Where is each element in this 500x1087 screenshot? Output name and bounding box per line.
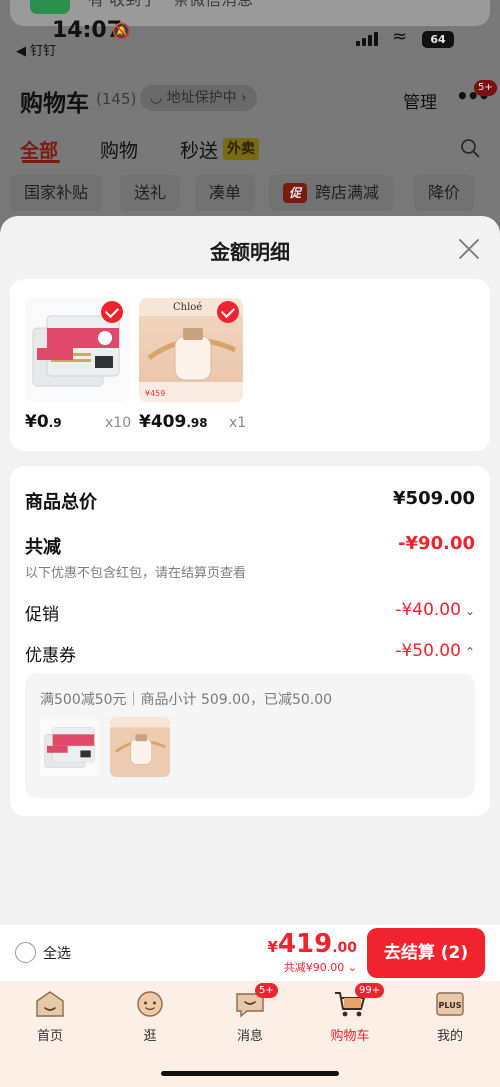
page-title: 购物车 [20, 91, 89, 117]
checkout-bar: 全选 ¥419.00 共减¥90.00 ⌄ 去结算 (2) [0, 925, 500, 981]
selected-check-icon[interactable] [101, 301, 123, 323]
total-label: 商品总价 [25, 492, 97, 513]
chevron-down-icon: ⌄ [344, 961, 357, 974]
coupon-product-thumb-perfume [110, 717, 170, 777]
tab-label: 消息 [236, 1029, 263, 1044]
chevron-right-icon: › [241, 90, 247, 106]
address-protection-label: 地址保护中 [166, 90, 237, 106]
home-indicator[interactable] [161, 1071, 339, 1076]
cart-badge: 99+ [355, 983, 385, 998]
cart-icon: 99+ [333, 983, 385, 1019]
tab-cart[interactable]: 99+ 购物车 [310, 983, 390, 1044]
close-icon[interactable] [458, 238, 480, 260]
promo-label: 促销 [25, 605, 59, 625]
tab-label: 购物车 [330, 1029, 370, 1044]
amount-detail-sheet: 金额明细 ¥0.9 x10 Chloé ¥459 ¥409.98 x1 商品总价… [0, 216, 500, 925]
select-all-label[interactable]: 全选 [43, 943, 71, 963]
coupon-detail-text: 满500减50元｜商品小计 509.00，已减50.00 [40, 692, 333, 708]
chevron-up-icon: ⌃ [464, 645, 475, 659]
filter-chip-label: 跨店满减 [315, 183, 380, 202]
notification-text: 有 收到了一条微信消息 [88, 0, 253, 10]
selected-check-icon[interactable] [217, 301, 239, 323]
tab-messages[interactable]: 5+ 消息 [210, 983, 290, 1044]
chevron-down-icon: ⌄ [464, 604, 475, 618]
tab-browse[interactable]: 逛 [110, 989, 190, 1044]
tab-label: 首页 [36, 1029, 63, 1044]
filter-chip[interactable]: 送礼 [120, 175, 181, 211]
coupon-value: -¥50.00 [395, 641, 461, 661]
discount-label: 共减 [25, 537, 61, 558]
total-discount-toggle[interactable]: 共减¥90.00 ⌄ [284, 959, 357, 975]
item-price: ¥409.98 [139, 412, 208, 432]
tab-home[interactable]: 首页 [10, 989, 90, 1044]
item-quantity: x10 [105, 415, 132, 431]
promo-row-toggle[interactable]: -¥40.00 ⌄ [395, 600, 475, 620]
sheet-title: 金额明细 [210, 240, 290, 264]
item-quantity: x1 [229, 415, 247, 431]
tab-express[interactable]: 秒送 [180, 136, 218, 163]
message-icon: 5+ [233, 983, 278, 1019]
checkout-button[interactable]: 去结算 (2) [367, 928, 485, 978]
items-card: ¥0.9 x10 Chloé ¥459 ¥409.98 x1 [10, 279, 490, 451]
bell-mute-icon: 🔕 [112, 22, 131, 40]
promo-icon: 促 [283, 183, 307, 203]
brand-text: Chloé [173, 302, 202, 313]
tab-label: 我的 [436, 1029, 463, 1044]
total-value: ¥509.00 [393, 488, 475, 509]
message-badge: 5+ [255, 983, 278, 998]
signal-icon [356, 32, 378, 46]
discount-hint: 以下优惠不包含红包，请在结算页查看 [25, 566, 247, 581]
wifi-icon: ≈ [392, 26, 408, 47]
plus-text: PLUS [439, 1001, 462, 1010]
waimai-tag: 外卖 [223, 138, 259, 160]
coupon-detail-box: 满500减50元｜商品小计 509.00，已减50.00 [25, 673, 475, 798]
address-protection-chip[interactable]: ◡ 地址保护中 › [140, 85, 257, 111]
price-tag-text: ¥459 [145, 389, 165, 398]
tab-label: 逛 [143, 1029, 157, 1044]
battery-indicator: 64 [422, 31, 454, 48]
filter-chip-cross-store[interactable]: 促跨店满减 [269, 175, 394, 211]
wechat-app-icon [30, 0, 70, 14]
item-price: ¥0.9 [25, 412, 62, 432]
total-discount: 共减¥90.00 [283, 961, 345, 974]
select-all-radio[interactable] [15, 942, 36, 963]
search-icon[interactable] [460, 138, 480, 158]
filter-chip[interactable]: 国家补贴 [10, 175, 103, 211]
coupon-label: 优惠券 [25, 646, 76, 666]
tab-underline [22, 160, 60, 163]
price-summary-card: 商品总价 ¥509.00 共减 -¥90.00 以下优惠不包含红包，请在结算页查… [10, 466, 490, 816]
total-price: ¥419.00 [267, 929, 357, 959]
back-to-app[interactable]: ◀ 钉钉 [16, 40, 56, 59]
discount-value: -¥90.00 [398, 533, 475, 554]
coupon-product-thumb-swabs [40, 717, 100, 777]
home-icon [33, 989, 67, 1019]
plus-member-icon: PLUS [433, 989, 467, 1019]
tab-shopping[interactable]: 购物 [100, 136, 138, 163]
cart-count: (145) [96, 90, 137, 108]
manage-button[interactable]: 管理 [403, 88, 437, 113]
promo-value: -¥40.00 [395, 600, 461, 620]
cart-page-background: 有 收到了一条微信消息 14:07 🔕 ◀ 钉钉 ≈ 64 购物车 (145) … [0, 0, 500, 230]
filter-chip[interactable]: 凑单 [195, 175, 256, 211]
more-badge: 5+ [474, 80, 497, 96]
tab-all[interactable]: 全部 [20, 136, 58, 163]
coupon-row-toggle[interactable]: -¥50.00 ⌃ [395, 641, 475, 661]
tab-profile[interactable]: PLUS 我的 [410, 989, 490, 1044]
browse-icon [133, 989, 167, 1019]
filter-chip[interactable]: 降价 [414, 175, 475, 211]
shield-icon: ◡ [150, 90, 163, 106]
